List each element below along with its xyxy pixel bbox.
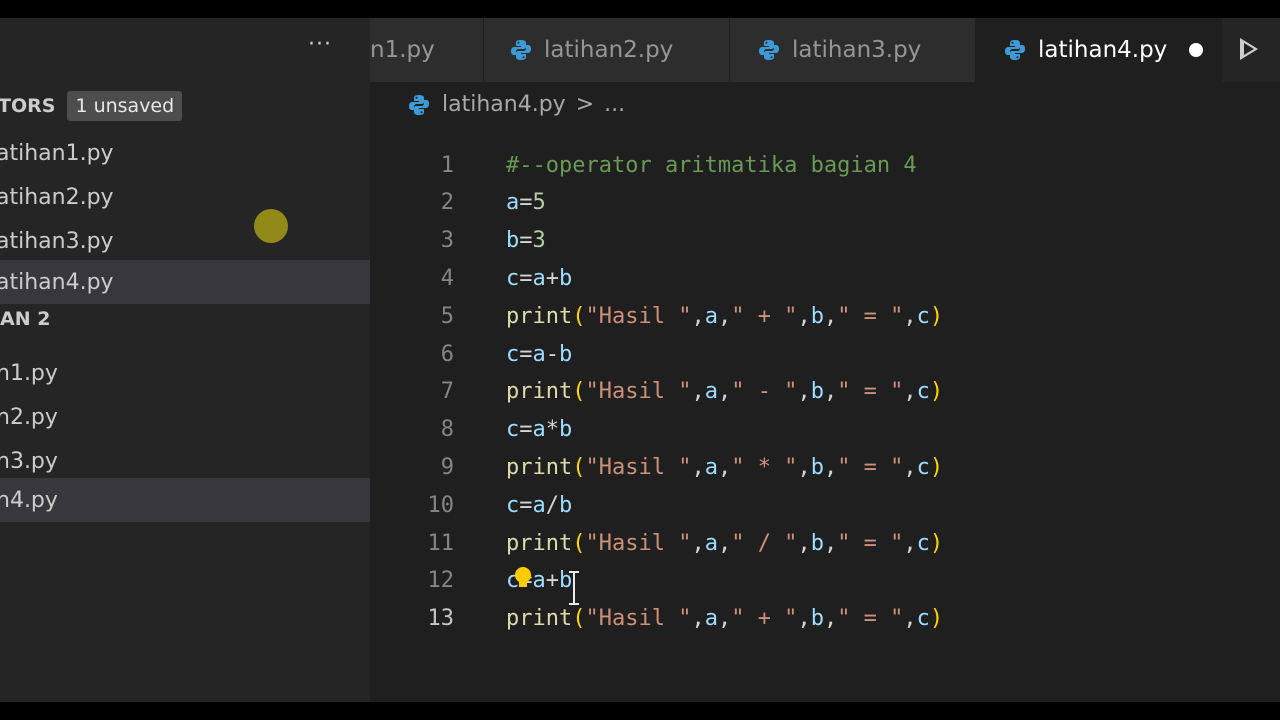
line-number: 9: [440, 454, 454, 480]
code-text: c=a+b: [506, 265, 573, 291]
line-number: 10: [427, 492, 455, 518]
open-editor-item-active[interactable]: atihan4.py: [0, 260, 370, 304]
open-editors-header[interactable]: TORS 1 unsaved: [0, 88, 183, 124]
editor-tab-bar: n1.py latihan2.py latihan3.py latihan4.p…: [370, 18, 1280, 82]
run-icon-inner: [1244, 43, 1254, 55]
file-label: atihan1.py: [0, 140, 114, 166]
vscode-window: ··· TORS 1 unsaved atihan1.py atihan2.py…: [0, 18, 1280, 702]
line-number: 7: [440, 379, 454, 405]
folder-file-item[interactable]: n1.py: [0, 352, 370, 394]
folder-file-item[interactable]: n3.py: [0, 440, 370, 482]
lightbulb-icon[interactable]: [512, 565, 534, 591]
code-text: b=3: [506, 228, 546, 254]
open-editor-item[interactable]: atihan2.py: [0, 176, 370, 218]
code-text: #--operator aritmatika bagian 4: [506, 152, 917, 178]
line-number: 1: [440, 152, 454, 178]
breadcrumb: latihan4.py > ...: [408, 92, 625, 117]
line-number: 6: [440, 341, 454, 367]
tab-latihan3[interactable]: latihan3.py: [730, 18, 976, 82]
line-number: 4: [440, 265, 454, 291]
folder-file-item-active[interactable]: n4.py: [0, 478, 370, 522]
file-label: n3.py: [0, 448, 58, 474]
line-number: 13: [427, 606, 455, 632]
file-label: n1.py: [0, 360, 58, 386]
python-file-icon: [409, 94, 429, 115]
file-label: atihan2.py: [0, 184, 114, 210]
code-text: c=a-b: [506, 341, 573, 367]
more-actions-button[interactable]: ···: [308, 32, 332, 57]
line-number: 12: [427, 568, 455, 594]
folder-section-title[interactable]: AN 2: [0, 308, 50, 330]
mouse-pointer-highlight: [254, 209, 288, 243]
unsaved-dot-icon[interactable]: [1189, 43, 1204, 57]
line-number: 11: [427, 530, 455, 556]
file-label: n2.py: [0, 404, 58, 430]
tab-latihan1[interactable]: n1.py: [370, 18, 484, 82]
python-file-icon: [759, 40, 779, 60]
line-number: 5: [440, 303, 454, 329]
tab-label: latihan3.py: [792, 37, 922, 63]
tab-label: n1.py: [370, 37, 435, 63]
open-editor-item[interactable]: atihan3.py: [0, 220, 370, 262]
line-number: 3: [440, 228, 454, 254]
more-editor-actions-icon[interactable]: ⋮: [1272, 34, 1280, 62]
line-number: 8: [440, 417, 454, 443]
open-editors-title: TORS: [0, 95, 56, 117]
code-text: print("Hasil ",a," + ",b," = ",c): [506, 606, 944, 632]
code-text: print("Hasil ",a," - ",b," = ",c): [506, 379, 944, 405]
breadcrumb-separator: >: [575, 92, 595, 117]
code-text: print("Hasil ",a," + ",b," = ",c): [506, 303, 944, 329]
breadcrumb-file[interactable]: latihan4.py: [442, 92, 566, 117]
code-text: a=5: [506, 190, 546, 216]
file-label: n4.py: [0, 487, 58, 513]
code-text: c=a*b: [506, 417, 573, 443]
breadcrumb-symbols[interactable]: ...: [604, 92, 625, 117]
python-file-icon: [1005, 40, 1025, 60]
tab-label: latihan2.py: [544, 37, 674, 63]
folder-file-item[interactable]: n2.py: [0, 396, 370, 438]
code-text: print("Hasil ",a," / ",b," = ",c): [506, 530, 944, 556]
tab-label: latihan4.py: [1038, 37, 1168, 63]
explorer-sidebar: ··· TORS 1 unsaved atihan1.py atihan2.py…: [0, 18, 370, 702]
tab-latihan4-active[interactable]: latihan4.py: [976, 18, 1222, 82]
tab-latihan2[interactable]: latihan2.py: [484, 18, 730, 82]
text-cursor-icon: [569, 571, 579, 605]
code-text: print("Hasil ",a," * ",b," = ",c): [506, 454, 944, 480]
code-text: c=a/b: [506, 492, 573, 518]
line-number: 2: [440, 190, 454, 216]
open-editor-item[interactable]: atihan1.py: [0, 132, 370, 174]
unsaved-badge: 1 unsaved: [67, 91, 183, 121]
file-label: atihan4.py: [0, 269, 114, 295]
file-label: atihan3.py: [0, 228, 114, 254]
python-file-icon: [511, 40, 531, 60]
